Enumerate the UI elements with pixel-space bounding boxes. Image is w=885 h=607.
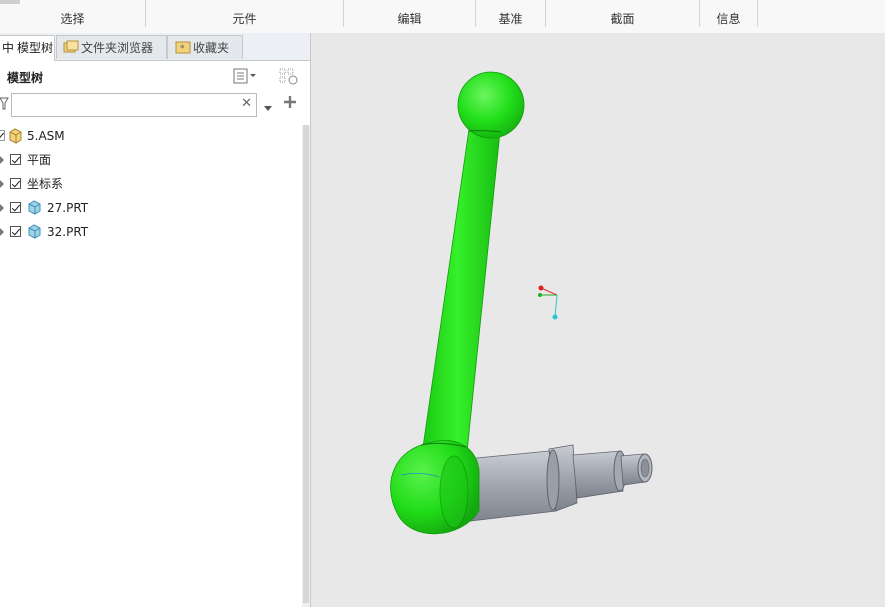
tree-item-planes[interactable]: 平面 xyxy=(0,149,300,171)
ribbon-group-select[interactable]: 选择 xyxy=(0,0,146,27)
handle-top-ball xyxy=(457,71,525,139)
tree-item-label: 5.ASM xyxy=(27,129,65,143)
navigator-tabs: 中模型树 文件夹浏览器 * 收藏夹 xyxy=(0,33,310,61)
tree-settings-icon[interactable] xyxy=(233,68,256,84)
expand-arrow-icon[interactable] xyxy=(0,180,4,188)
expand-arrow-icon[interactable] xyxy=(0,228,4,236)
part-icon xyxy=(27,224,41,246)
tree-scrollbar[interactable] xyxy=(302,125,310,607)
expand-arrow-icon[interactable] xyxy=(0,204,4,212)
ribbon-group-edit[interactable]: 编辑 xyxy=(344,0,476,27)
tab-model-tree[interactable]: 中模型树 xyxy=(0,35,55,61)
tab-prefix: 中 xyxy=(2,41,15,55)
tree-header: 模型树 xyxy=(0,61,305,91)
tree-item-part-27[interactable]: 27.PRT xyxy=(0,197,300,219)
visibility-checkbox[interactable] xyxy=(10,178,21,189)
tree-item-coordinate-systems[interactable]: 坐标系 xyxy=(0,173,300,195)
visibility-checkbox[interactable] xyxy=(10,226,21,237)
tab-folder-browser[interactable]: 文件夹浏览器 xyxy=(56,35,167,59)
tree-item-label: 平面 xyxy=(27,153,52,167)
model-render[interactable] xyxy=(311,33,885,607)
scrollbar-thumb[interactable] xyxy=(303,125,309,603)
show-filter-icon[interactable] xyxy=(279,68,298,85)
tree-item-label: 坐标系 xyxy=(27,177,64,191)
ribbon-group-datum[interactable]: 基准 xyxy=(476,0,546,27)
tree-item-part-32[interactable]: 32.PRT xyxy=(0,221,300,243)
search-dropdown-icon[interactable] xyxy=(264,101,272,115)
handle-bottom-ball xyxy=(390,439,480,535)
search-row: ✕ xyxy=(0,91,305,121)
visibility-checkbox[interactable] xyxy=(10,154,21,165)
filter-icon[interactable] xyxy=(0,97,10,114)
tree-item-label: 27.PRT xyxy=(47,201,89,215)
tree-item-assembly[interactable]: 5.ASM xyxy=(0,125,300,147)
ribbon-group-info[interactable]: 信息 xyxy=(700,0,758,27)
tab-model-tree-label: 模型树 xyxy=(17,41,54,55)
part-icon xyxy=(27,200,41,222)
search-input[interactable] xyxy=(15,95,239,117)
add-filter-icon[interactable] xyxy=(283,95,297,112)
handle-rod xyxy=(422,128,501,453)
graphics-viewport[interactable] xyxy=(311,33,885,607)
favorites-icon: * xyxy=(175,38,191,54)
navigator-panel: 中模型树 文件夹浏览器 * 收藏夹 模型树 ✕ 5.ASM 平面 坐标系 27.… xyxy=(0,33,311,607)
ribbon-bar: 选择 元件 编辑 基准 截面 信息 xyxy=(0,0,885,34)
tree-item-label: 32.PRT xyxy=(47,225,89,239)
coordinate-triad-icon xyxy=(538,285,558,320)
clear-search-icon[interactable]: ✕ xyxy=(241,96,252,111)
ribbon-group-component[interactable]: 元件 xyxy=(146,0,344,27)
tree-expander[interactable] xyxy=(0,130,5,141)
tab-favorites[interactable]: * 收藏夹 xyxy=(167,35,243,59)
tab-folder-browser-label: 文件夹浏览器 xyxy=(81,41,154,55)
expand-arrow-icon[interactable] xyxy=(0,156,4,164)
visibility-checkbox[interactable] xyxy=(10,202,21,213)
ribbon-group-section[interactable]: 截面 xyxy=(546,0,700,27)
folder-browser-icon xyxy=(63,38,79,53)
svg-text:*: * xyxy=(180,44,185,54)
search-field[interactable]: ✕ xyxy=(11,93,257,117)
tab-favorites-label: 收藏夹 xyxy=(193,41,230,55)
tree-title: 模型树 xyxy=(7,71,44,85)
assembly-icon xyxy=(8,128,22,151)
